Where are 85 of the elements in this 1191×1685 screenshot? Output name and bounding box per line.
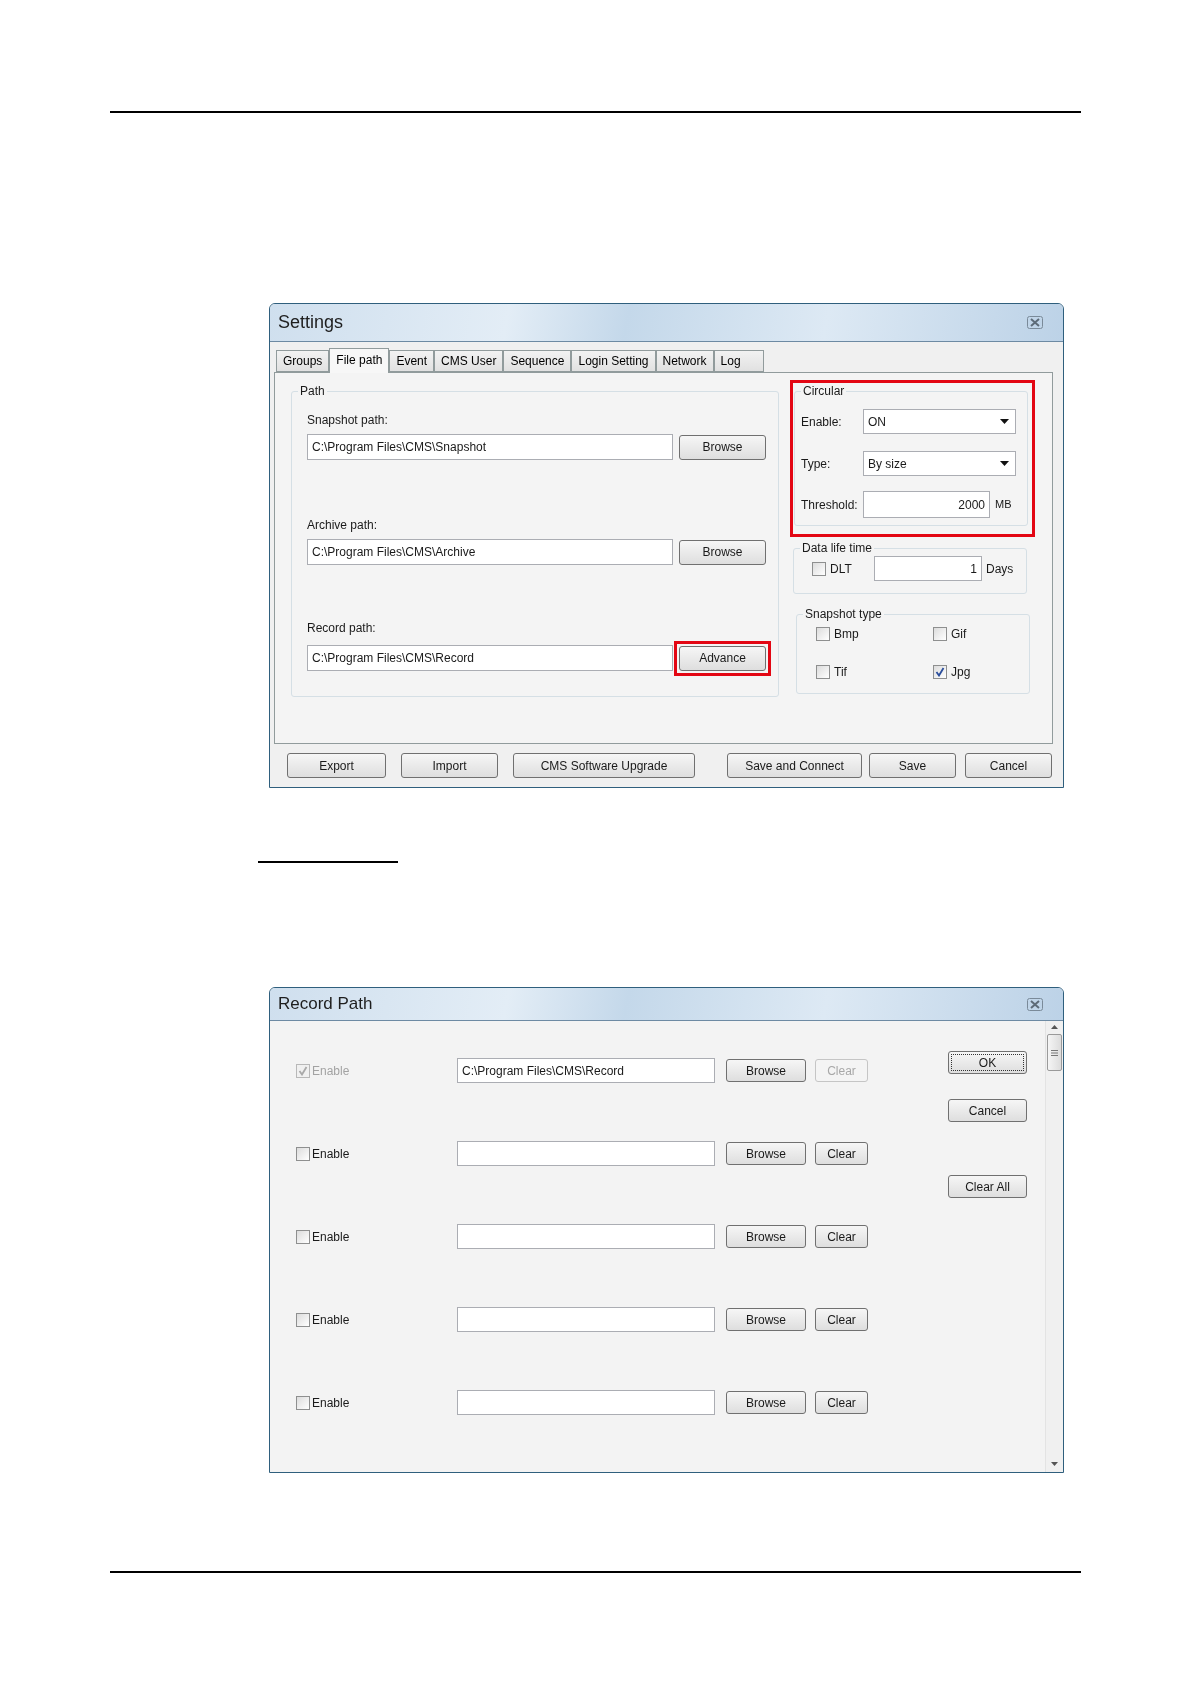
- checkbox-label: Enable: [312, 1394, 350, 1412]
- text-field[interactable]: 1: [874, 556, 982, 581]
- checkbox[interactable]: [816, 627, 830, 641]
- dropdown-value: ON: [868, 413, 886, 431]
- button[interactable]: Cancel: [948, 1099, 1027, 1122]
- field-label: Enable:: [800, 413, 843, 431]
- tab[interactable]: Login Setting: [571, 350, 656, 372]
- text-field[interactable]: C:\Program Files\CMS\Snapshot: [307, 434, 673, 460]
- dropdown[interactable]: By size: [863, 451, 1016, 476]
- checkbox[interactable]: [296, 1395, 310, 1410]
- button[interactable]: Browse: [726, 1308, 806, 1331]
- group-title: Snapshot type: [804, 606, 883, 622]
- field-label: Threshold:: [800, 496, 859, 514]
- tab[interactable]: Log: [713, 350, 764, 372]
- tab[interactable]: Groups: [276, 350, 330, 372]
- checkbox-label: Enable: [312, 1228, 350, 1246]
- checkbox-label: Bmp: [834, 626, 859, 643]
- button[interactable]: Browse: [726, 1142, 806, 1165]
- tab[interactable]: File path: [329, 348, 390, 373]
- dropdown-arrow-icon[interactable]: [1000, 419, 1009, 424]
- unit-label: Days: [986, 560, 1014, 578]
- button[interactable]: Browse: [679, 539, 766, 565]
- close-icon[interactable]: [1027, 316, 1043, 329]
- scroll-up-icon[interactable]: [1051, 1025, 1058, 1029]
- button[interactable]: Browse: [679, 434, 766, 460]
- checkbox-label: DLT: [830, 560, 853, 578]
- checkbox[interactable]: [933, 627, 947, 641]
- button[interactable]: Clear: [815, 1308, 868, 1331]
- checkbox[interactable]: [816, 665, 830, 679]
- dropdown-arrow-icon[interactable]: [1000, 461, 1009, 466]
- text-field[interactable]: C:\Program Files\CMS\Archive: [307, 539, 673, 565]
- window-title: Settings: [278, 311, 344, 334]
- text-field[interactable]: [457, 1141, 715, 1166]
- checkbox-label: Jpg: [951, 664, 971, 681]
- dropdown-value: By size: [868, 455, 907, 473]
- button[interactable]: Export: [287, 753, 386, 778]
- close-icon[interactable]: [1027, 997, 1043, 1011]
- field-label: Record path:: [307, 620, 376, 636]
- button[interactable]: Browse: [726, 1391, 806, 1414]
- button[interactable]: Save and Connect: [727, 753, 862, 778]
- scroll-down-icon[interactable]: [1051, 1462, 1058, 1466]
- button[interactable]: Clear All: [948, 1175, 1027, 1198]
- unit-label: MB: [995, 497, 1012, 513]
- button[interactable]: OK: [948, 1051, 1027, 1074]
- text-field[interactable]: C:\Program Files\CMS\Record: [307, 645, 673, 671]
- button[interactable]: Clear: [815, 1391, 868, 1414]
- checkbox[interactable]: [933, 665, 947, 679]
- checkbox-label: Enable: [312, 1062, 350, 1080]
- checkbox[interactable]: [296, 1146, 310, 1161]
- button[interactable]: CMS Software Upgrade: [513, 753, 695, 778]
- button[interactable]: Import: [401, 753, 498, 778]
- group-title: Data life time: [801, 540, 874, 556]
- text-field[interactable]: [457, 1390, 715, 1415]
- checkbox[interactable]: [296, 1229, 310, 1244]
- checkbox[interactable]: [812, 561, 826, 576]
- text-field[interactable]: 2000: [863, 491, 990, 518]
- button[interactable]: Browse: [726, 1225, 806, 1248]
- window-title: Record Path: [278, 993, 373, 1016]
- field-label: Type:: [800, 455, 832, 473]
- text-field[interactable]: [457, 1224, 715, 1249]
- checkbox-label: Enable: [312, 1145, 350, 1163]
- checkmark-icon: [935, 667, 945, 677]
- tab[interactable]: Network: [655, 350, 714, 372]
- tab[interactable]: CMS User: [434, 350, 504, 372]
- grip-icon: [1051, 1049, 1058, 1056]
- checkbox-label: Gif: [951, 626, 967, 643]
- checkbox[interactable]: [296, 1312, 310, 1327]
- tab[interactable]: Sequence: [503, 350, 572, 372]
- scrollbar[interactable]: [1045, 1021, 1063, 1472]
- dropdown[interactable]: ON: [863, 409, 1016, 434]
- tab[interactable]: Event: [389, 350, 435, 372]
- group-title: Path: [299, 383, 326, 399]
- button[interactable]: Save: [869, 753, 956, 778]
- button[interactable]: Clear: [815, 1142, 868, 1165]
- field-label: Snapshot path:: [307, 412, 388, 428]
- button[interactable]: Cancel: [965, 753, 1052, 778]
- field-label: Archive path:: [307, 517, 378, 533]
- text-field[interactable]: [457, 1307, 715, 1332]
- checkmark-icon: [298, 1065, 308, 1076]
- button[interactable]: Clear: [815, 1225, 868, 1248]
- checkbox-label: Tif: [834, 664, 847, 681]
- button[interactable]: Advance: [679, 645, 766, 671]
- checkbox-label: Enable: [312, 1311, 350, 1329]
- group-title: Circular: [802, 383, 846, 399]
- scroll-thumb[interactable]: [1047, 1034, 1062, 1071]
